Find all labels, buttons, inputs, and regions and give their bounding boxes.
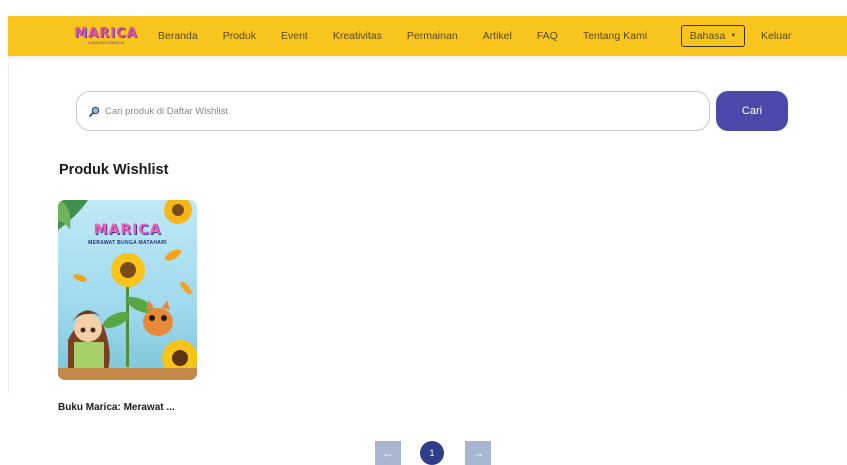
logo-text: MARICA: [74, 26, 138, 41]
top-navbar: MARICA LINDUNGI MARICA Beranda Produk Ev…: [8, 16, 847, 56]
cover-title-text: MERAWAT BUNGA MATAHARI: [88, 240, 167, 246]
cover-brand-text: MARICA: [93, 222, 162, 238]
nav-item-artikel[interactable]: Artikel: [483, 30, 512, 42]
nav-item-beranda[interactable]: Beranda: [158, 30, 198, 42]
search-icon: [89, 106, 100, 117]
marica-logo[interactable]: MARICA LINDUNGI MARICA: [74, 25, 138, 47]
search-input[interactable]: [105, 105, 665, 117]
arrow-left-icon: ←: [382, 446, 394, 460]
language-label: Bahasa: [689, 30, 726, 42]
pagination-page-current[interactable]: 1: [420, 441, 444, 465]
product-name[interactable]: Buku Marica: Merawat ...: [58, 402, 208, 413]
language-dropdown[interactable]: Bahasa ▼: [681, 25, 745, 47]
caret-down-icon: ▼: [730, 33, 737, 39]
logo-tagline: LINDUNGI MARICA: [88, 40, 124, 45]
nav-item-tentang-kami[interactable]: Tentang Kami: [583, 30, 647, 42]
search-bar: [76, 91, 710, 131]
search-button[interactable]: Cari: [716, 91, 788, 131]
nav-item-faq[interactable]: FAQ: [537, 30, 558, 42]
pagination-next-button[interactable]: →: [465, 441, 491, 465]
nav-item-kreativitas[interactable]: Kreativitas: [333, 30, 382, 42]
nav-item-produk[interactable]: Produk: [223, 30, 256, 42]
pagination-prev-button[interactable]: ←: [375, 441, 401, 465]
nav-item-event[interactable]: Event: [281, 30, 308, 42]
arrow-right-icon: →: [472, 446, 484, 460]
nav-item-permainan[interactable]: Permainan: [407, 30, 458, 42]
wishlist-section-title: Produk Wishlist: [59, 162, 169, 178]
logout-link[interactable]: Keluar: [761, 16, 791, 56]
nav-menu: Beranda Produk Event Kreativitas Permain…: [158, 16, 672, 56]
product-card-cover[interactable]: MARICA MERAWAT BUNGA MATAHARI: [58, 200, 197, 380]
